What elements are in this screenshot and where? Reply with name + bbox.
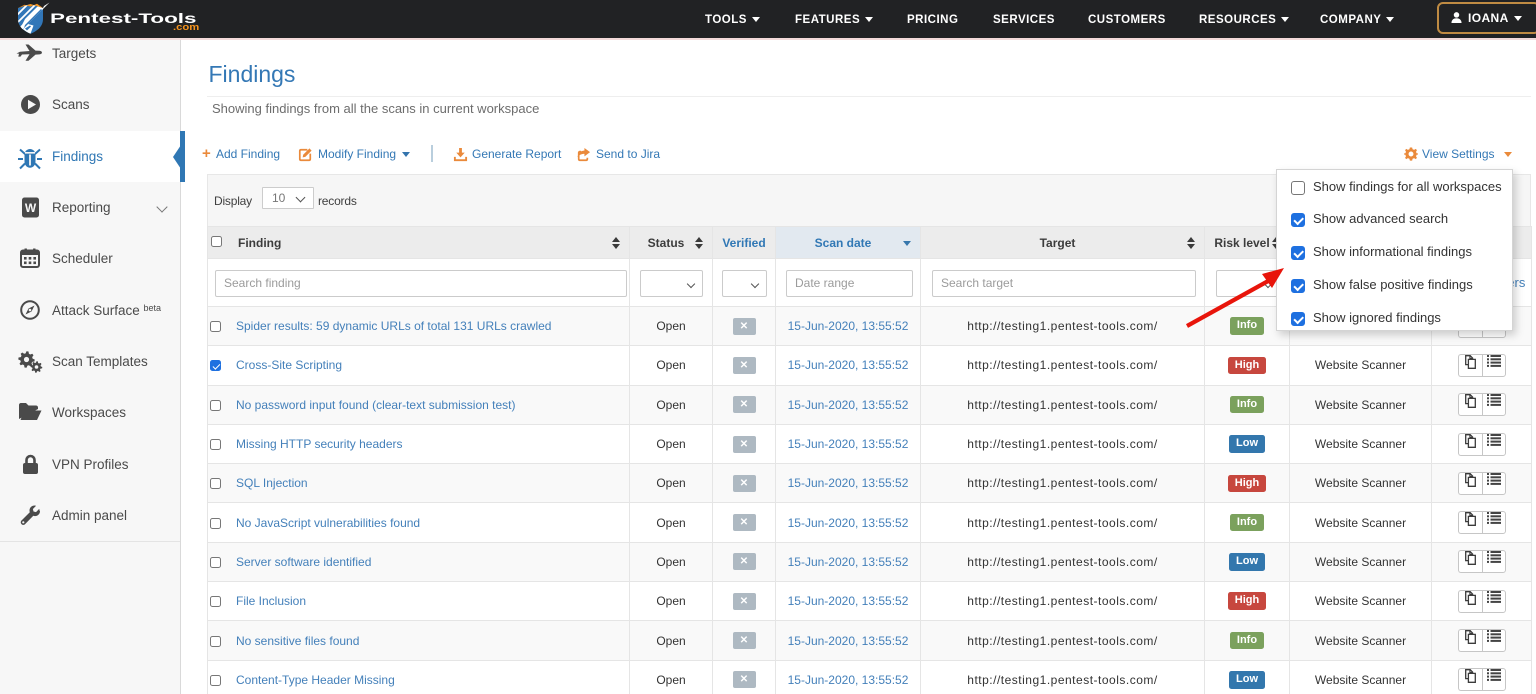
svg-text:W: W xyxy=(24,201,36,215)
